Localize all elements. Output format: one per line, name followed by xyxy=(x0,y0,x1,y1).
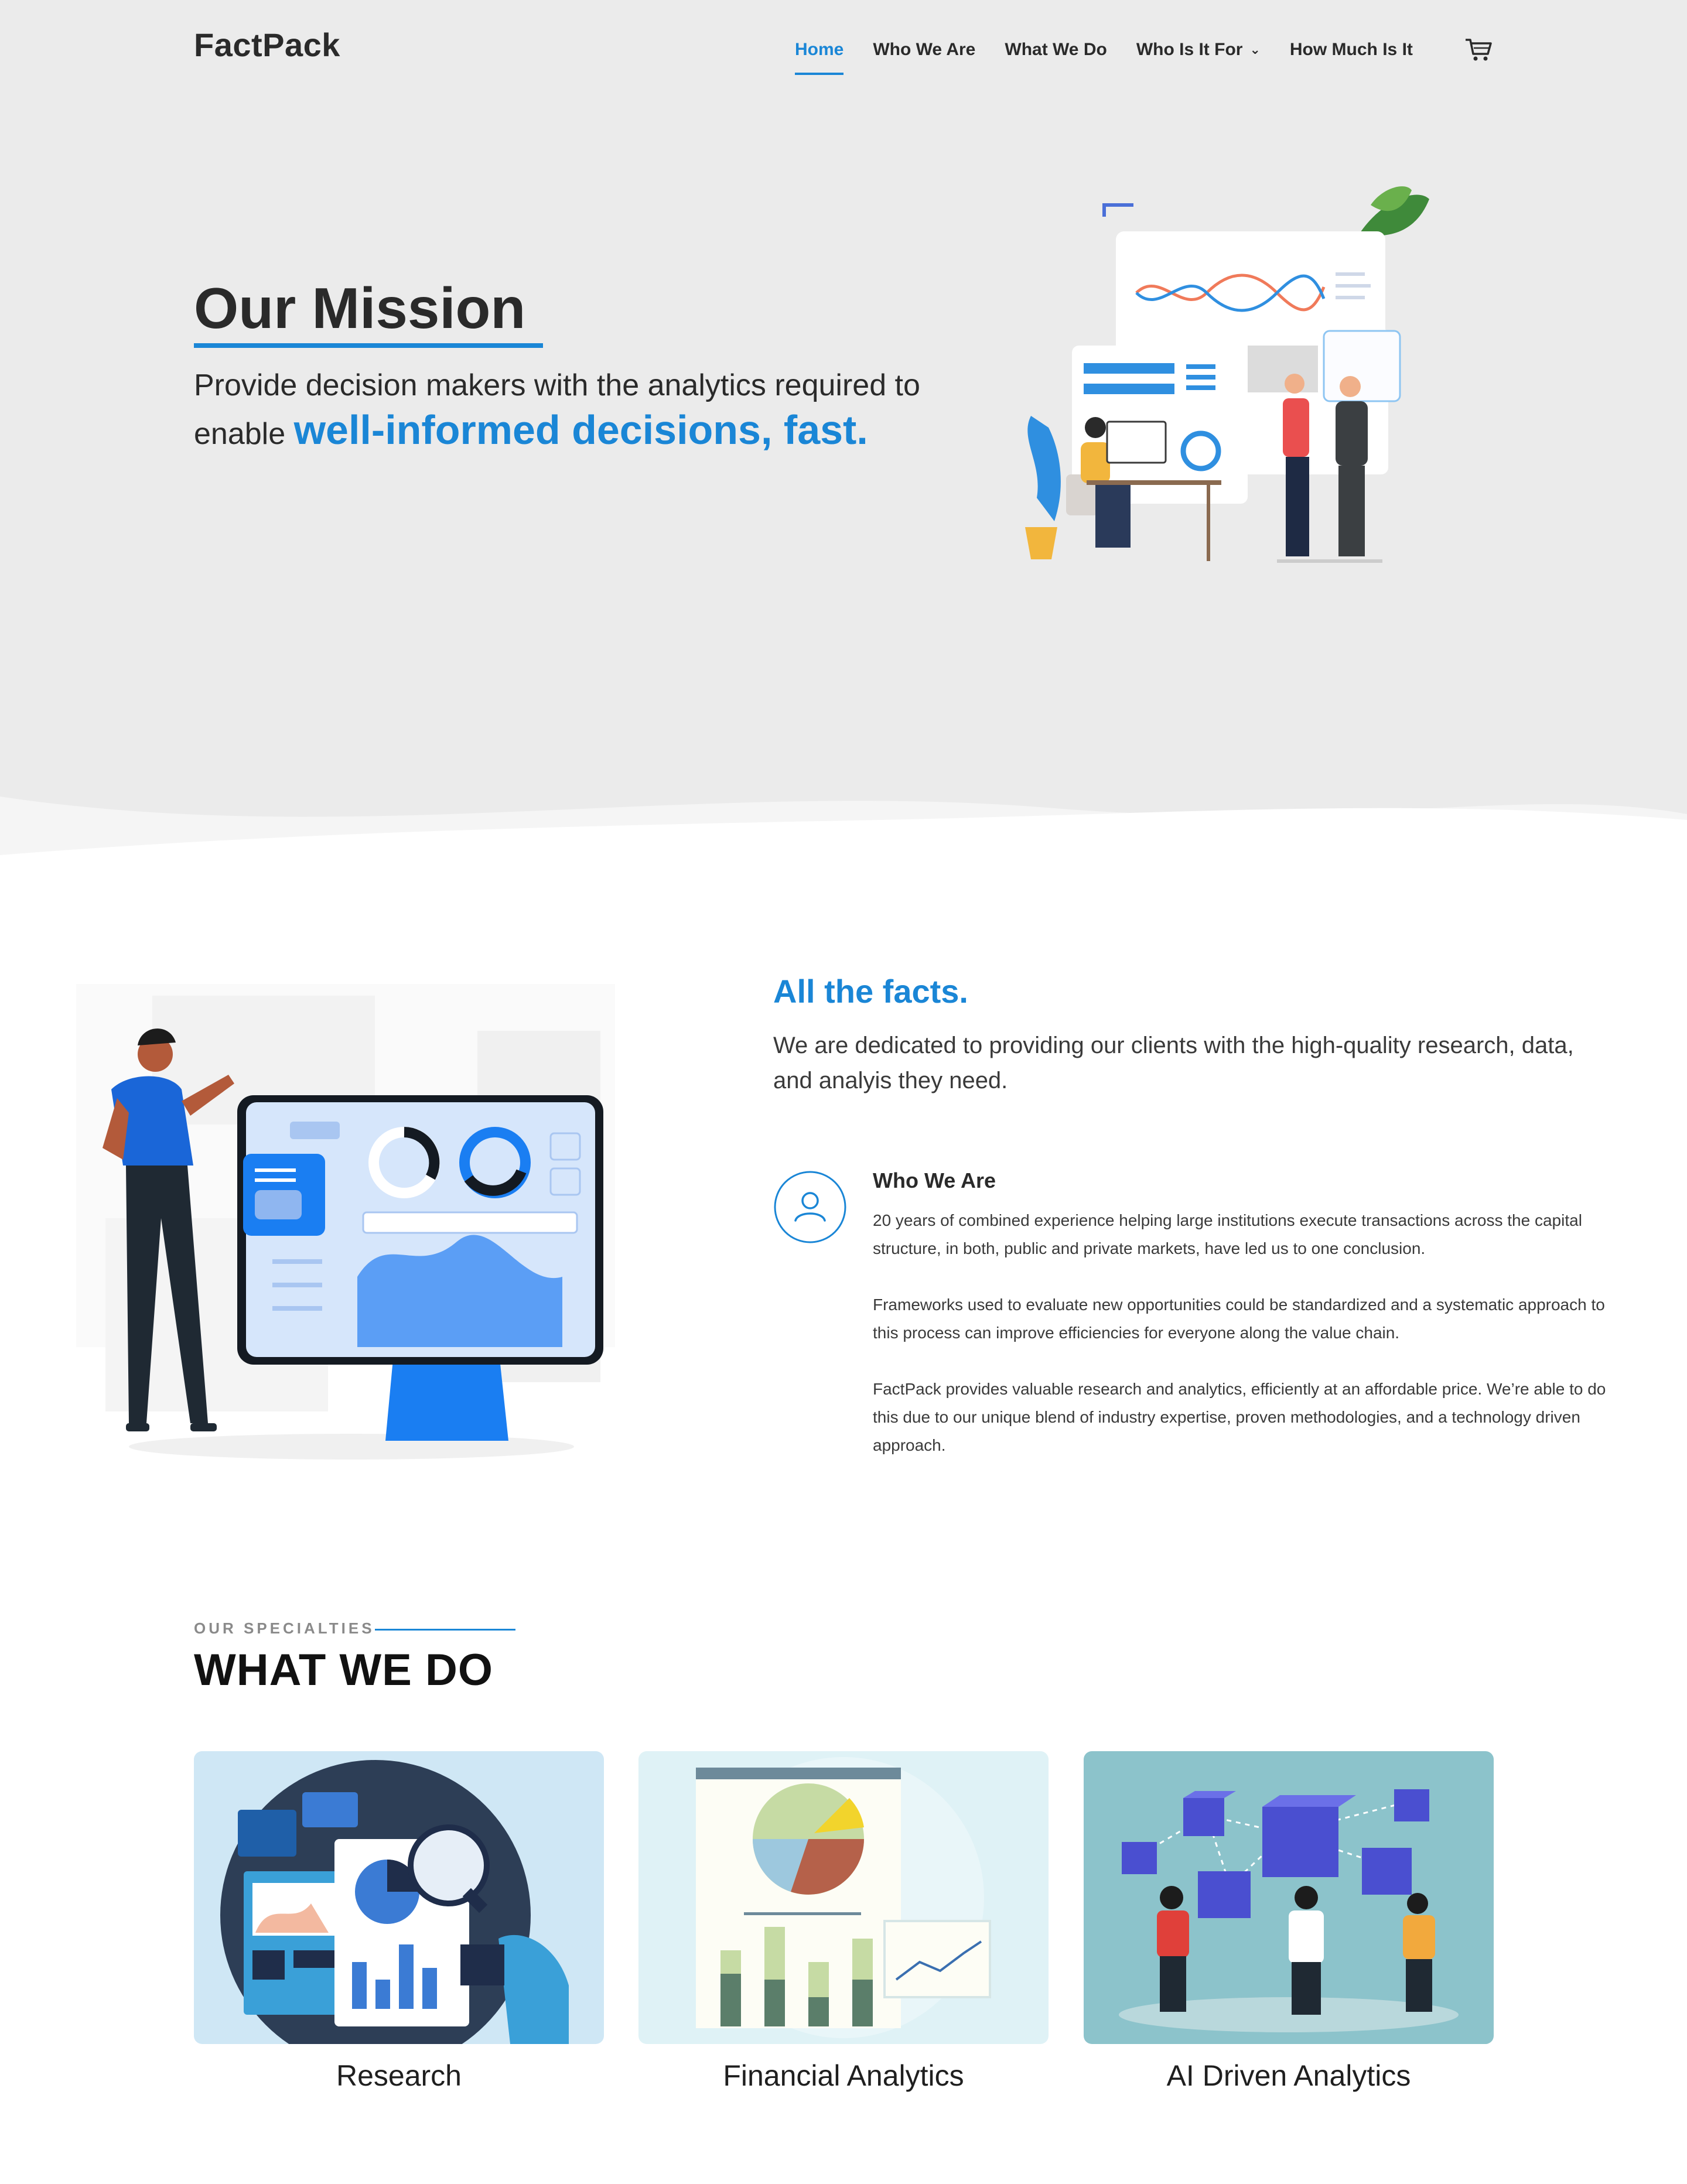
hero-text-highlight: well-informed decisions, fast. xyxy=(293,407,868,453)
chevron-down-icon: ⌄ xyxy=(1249,42,1261,57)
who-we-are-paragraph-2: Frameworks used to evaluate new opportun… xyxy=(873,1296,1605,1342)
nav-item-what-we-do[interactable]: What We Do xyxy=(1005,40,1107,60)
facts-presenter-illustration xyxy=(76,984,615,1460)
card-financial-analytics[interactable] xyxy=(638,1751,1049,2044)
card-ai-driven-analytics[interactable] xyxy=(1084,1751,1494,2044)
nav-item-who-is-it-for[interactable]: Who Is It For ⌄ xyxy=(1136,40,1261,60)
nav-item-how-much-is-it[interactable]: How Much Is It xyxy=(1290,40,1413,60)
nav-item-who-we-are[interactable]: Who We Are xyxy=(873,40,975,60)
specialties-eyebrow-line xyxy=(375,1629,515,1631)
hero-wave-divider xyxy=(0,797,1687,879)
card-label-research[interactable]: Research xyxy=(194,2059,604,2093)
nav-item-who-is-it-for-label: Who Is It For xyxy=(1136,40,1243,59)
who-we-are-title: Who We Are xyxy=(873,1168,996,1192)
hero-title: Our Mission xyxy=(194,276,526,340)
card-research[interactable] xyxy=(194,1751,604,2044)
research-illustration xyxy=(220,1760,569,2044)
ai-analytics-illustration xyxy=(1119,1789,1459,2032)
site-logo[interactable]: FactPack xyxy=(194,26,340,64)
who-we-are-paragraph-3: FactPack provides valuable research and … xyxy=(873,1380,1606,1454)
shopping-cart-icon[interactable] xyxy=(1464,36,1493,62)
specialties-eyebrow: OUR SPECIALTIES xyxy=(194,1619,375,1637)
facts-text: We are dedicated to providing our client… xyxy=(773,1033,1574,1093)
hero-title-underline xyxy=(194,343,543,348)
who-we-are-paragraph-1: 20 years of combined experience helping … xyxy=(873,1211,1582,1257)
hero-text: Provide decision makers with the analyti… xyxy=(194,363,967,456)
hero-team-illustration xyxy=(972,123,1500,574)
user-icon xyxy=(774,1171,846,1243)
nav-item-home[interactable]: Home xyxy=(795,40,844,75)
specialties-title: WHAT WE DO xyxy=(194,1645,493,1695)
main-nav: Home Who We Are What We Do Who Is It For… xyxy=(795,35,1442,75)
facts-title: All the facts. xyxy=(773,973,968,1010)
financial-analytics-illustration xyxy=(696,1757,991,2038)
card-label-financial-analytics[interactable]: Financial Analytics xyxy=(638,2059,1049,2093)
card-label-ai-driven-analytics[interactable]: AI Driven Analytics xyxy=(1084,2059,1494,2093)
